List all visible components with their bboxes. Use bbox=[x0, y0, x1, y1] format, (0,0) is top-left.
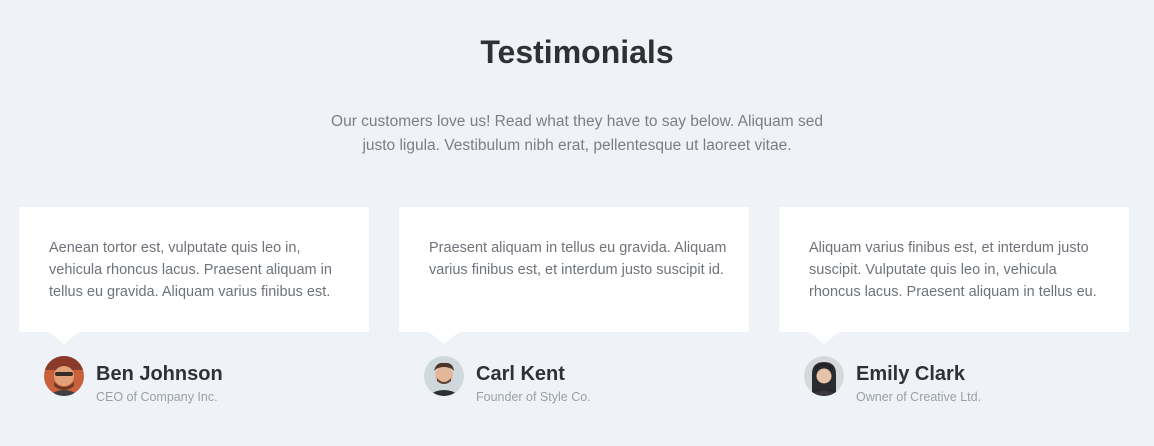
testimonial-card-2: Praesent aliquam in tellus eu gravida. A… bbox=[399, 207, 749, 344]
section-subtitle: Our customers love us! Read what they ha… bbox=[317, 110, 837, 158]
testimonial-quote: Aenean tortor est, vulputate quis leo in… bbox=[49, 240, 332, 300]
avatar-photo-icon bbox=[44, 356, 84, 396]
testimonial-card-1: Aenean tortor est, vulputate quis leo in… bbox=[19, 207, 369, 344]
speech-pointer bbox=[809, 332, 839, 344]
author-role: CEO of Company Inc. bbox=[96, 390, 218, 404]
author-name: Emily Clark bbox=[856, 363, 965, 385]
avatar-photo-icon bbox=[804, 356, 844, 396]
subtitle-line-2: justo ligula. Vestibulum nibh erat, pell… bbox=[362, 137, 792, 154]
avatar bbox=[424, 356, 464, 396]
avatar-photo-icon bbox=[424, 356, 464, 396]
author-role: Owner of Creative Ltd. bbox=[856, 390, 982, 404]
section-title: Testimonials bbox=[480, 34, 674, 70]
avatar bbox=[804, 356, 844, 396]
author-name: Ben Johnson bbox=[96, 363, 223, 385]
author-role: Founder of Style Co. bbox=[476, 390, 591, 404]
subtitle-line-1: Our customers love us! Read what they ha… bbox=[331, 113, 823, 130]
testimonial-author-1: Ben Johnson CEO of Company Inc. bbox=[44, 355, 344, 404]
testimonial-card-3: Aliquam varius finibus est, et interdum … bbox=[779, 207, 1129, 344]
testimonial-author-2: Carl Kent Founder of Style Co. bbox=[424, 355, 724, 404]
author-name: Carl Kent bbox=[476, 363, 565, 385]
avatar bbox=[44, 356, 84, 396]
testimonial-author-3: Emily Clark Owner of Creative Ltd. bbox=[804, 355, 1104, 404]
testimonials-section: Testimonials Our customers love us! Read… bbox=[0, 0, 1154, 446]
testimonial-quote: Aliquam varius finibus est, et interdum … bbox=[809, 240, 1097, 300]
speech-pointer bbox=[429, 332, 459, 344]
speech-pointer bbox=[49, 332, 79, 344]
testimonial-quote: Praesent aliquam in tellus eu gravida. A… bbox=[429, 240, 727, 278]
